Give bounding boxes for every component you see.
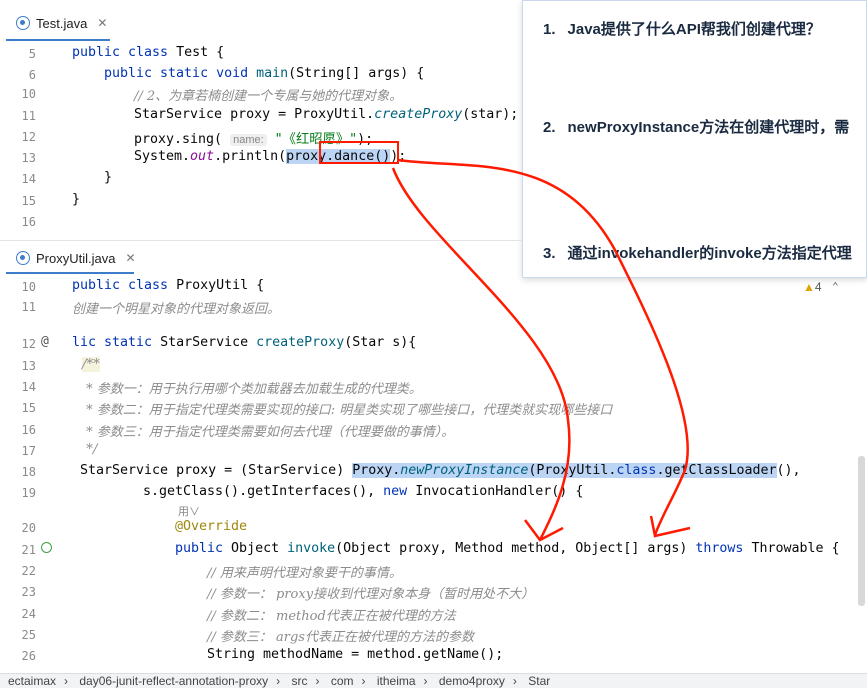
- tab-proxyutil-java[interactable]: ProxyUtil.java ✕: [16, 243, 136, 273]
- code-line: String methodName = method.getName();: [207, 647, 504, 662]
- code-line: public Object invoke(Object proxy, Metho…: [175, 541, 840, 556]
- line-number: 10: [21, 87, 36, 101]
- question-panel: 1. Java提供了什么API帮我们创建代理？ 2. newProxyInstanc…: [522, 0, 867, 278]
- chevron-up-icon[interactable]: ⌃: [832, 280, 839, 293]
- tab-label: Test.java: [36, 15, 88, 31]
- line-number: 12: [21, 130, 36, 144]
- line-number: 15: [21, 194, 36, 208]
- javadoc-close: */: [82, 442, 98, 457]
- top-editor[interactable]: 5 6 10 11 12 13 14 15 16 public class Te…: [0, 40, 522, 240]
- override-gutter-icon[interactable]: [41, 542, 52, 553]
- usage-hint[interactable]: 用∨: [178, 503, 200, 519]
- at-icon[interactable]: @: [41, 334, 49, 349]
- javadoc-line: * 参数三：用于指定代理类需要如何去代理（代理要做的事情）。: [82, 425, 455, 440]
- breadcrumb-item[interactable]: com: [331, 674, 354, 688]
- code-token: );: [357, 132, 374, 147]
- breadcrumb: ectaimax › day06-junit-reflect-annotation…: [0, 673, 867, 688]
- breadcrumb-item[interactable]: src: [291, 674, 307, 688]
- breadcrumb-item[interactable]: day06-junit-reflect-annotation-proxy: [79, 674, 268, 688]
- divider: [0, 240, 522, 241]
- code-line: }: [104, 170, 113, 185]
- code-comment: // 参数二： method代表正在被代理的方法: [207, 609, 456, 624]
- line-number: 19: [21, 486, 36, 500]
- tab-test-java[interactable]: Test.java ✕: [16, 8, 107, 38]
- string-literal: "《红昭愿》": [274, 132, 358, 147]
- line-number: 11: [21, 109, 36, 123]
- active-tab-indicator: [6, 272, 134, 274]
- code-comment: // 用来声明代理对象要干的事情。: [207, 566, 402, 581]
- line-number: 10: [21, 280, 36, 294]
- line-number: 23: [21, 585, 36, 599]
- breadcrumb-item[interactable]: ectaimax: [8, 674, 56, 688]
- warnings-indicator[interactable]: ▲4: [803, 280, 822, 294]
- code-line: public class ProxyUtil {: [72, 278, 265, 293]
- breadcrumb-item[interactable]: itheima: [377, 674, 416, 688]
- line-number: 6: [28, 68, 36, 82]
- breadcrumb-item[interactable]: Star: [528, 674, 550, 688]
- code-comment: // 参数三： args代表正在被代理的方法的参数: [207, 630, 474, 645]
- line-number: 24: [21, 607, 36, 621]
- scrollbar[interactable]: [858, 456, 865, 606]
- breadcrumb-item[interactable]: demo4proxy: [439, 674, 505, 688]
- override-annotation: @Override: [175, 519, 248, 534]
- code-line: s.getClass().getInterfaces(), new Invoca…: [143, 484, 584, 499]
- line-number: 22: [21, 564, 36, 578]
- javadoc-line: * 参数一：用于执行用哪个类加载器去加载生成的代理类。: [82, 382, 422, 397]
- tab-label: ProxyUtil.java: [36, 250, 116, 266]
- code-line: StarService proxy = (StarService) Proxy.…: [80, 463, 801, 478]
- code-line: proxy.sing( name: "《红昭愿》");: [134, 132, 374, 147]
- java-class-icon: [16, 16, 30, 30]
- line-number: 26: [21, 649, 36, 663]
- close-icon[interactable]: ✕: [125, 251, 135, 265]
- question-3: 3. 通过invokehandler的invoke方法指定代理: [543, 245, 852, 262]
- code-line: StarService proxy = ProxyUtil.createProx…: [134, 107, 519, 122]
- line-number: 18: [21, 465, 36, 479]
- line-number: 20: [21, 521, 36, 535]
- question-2: 2. newProxyInstance方法在创建代理时，需: [543, 119, 850, 136]
- parameter-hint: name:: [230, 134, 267, 146]
- code-comment: // 2、为章若楠创建一个专属与她的代理对象。: [134, 89, 403, 104]
- code-line: }: [72, 192, 81, 207]
- bottom-editor[interactable]: 10 11 12 13 14 15 16 17 18 19 20 21 22 2…: [0, 276, 867, 673]
- javadoc-open: /**: [82, 357, 100, 372]
- line-number: 13: [21, 359, 36, 373]
- line-number: 11: [21, 300, 36, 314]
- line-number: 17: [21, 444, 36, 458]
- code-line: public class Test {: [72, 45, 225, 60]
- line-number: 12: [21, 337, 36, 351]
- question-1: 1. Java提供了什么API帮我们创建代理？: [543, 21, 821, 38]
- code-line: lic static StarService createProxy(Star …: [72, 335, 417, 350]
- line-number: 14: [21, 172, 36, 186]
- line-number: 25: [21, 628, 36, 642]
- javadoc-line: * 参数二：用于指定代理类需要实现的接口: 明星类实现了哪些接口，代理类就实现哪…: [82, 403, 613, 418]
- java-class-icon: [16, 251, 30, 265]
- line-number: 16: [21, 215, 36, 229]
- code-line: System.out.println(proxy.dance());: [134, 149, 407, 164]
- line-number: 21: [21, 543, 36, 557]
- line-number: 16: [21, 423, 36, 437]
- code-comment: // 参数一： proxy接收到代理对象本身（暂时用处不大）: [207, 587, 535, 602]
- code-line: public static void main(String[] args) {: [104, 66, 425, 81]
- close-icon[interactable]: ✕: [97, 16, 107, 30]
- line-number: 14: [21, 380, 36, 394]
- line-number: 15: [21, 401, 36, 415]
- line-number: 13: [21, 151, 36, 165]
- warning-icon: ▲: [803, 280, 815, 294]
- code-comment: 创建一个明星对象的代理对象返回。: [72, 302, 281, 317]
- line-number: 5: [28, 47, 36, 61]
